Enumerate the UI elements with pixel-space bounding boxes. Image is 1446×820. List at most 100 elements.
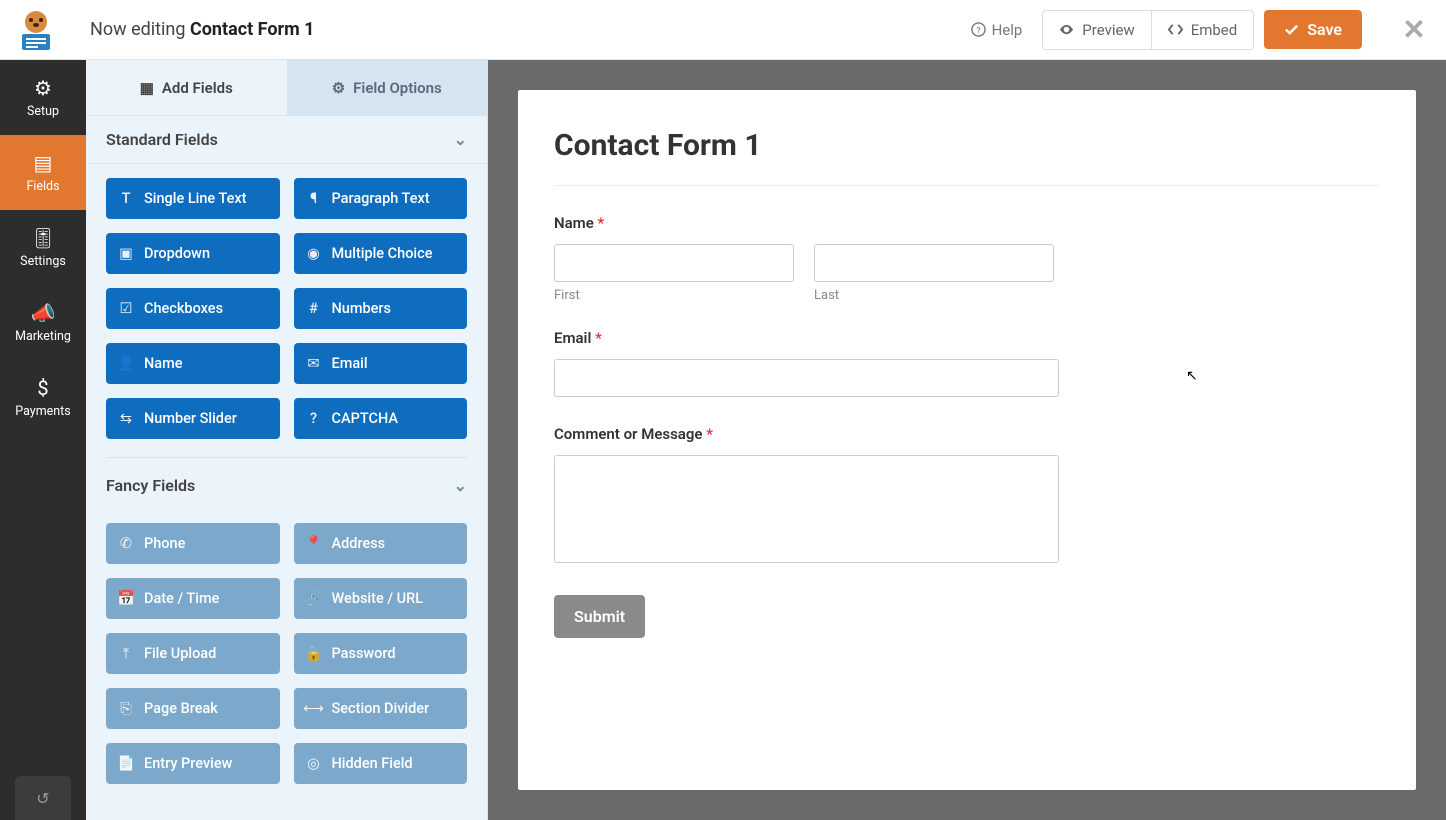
undo-icon: ↺: [36, 789, 49, 808]
form-canvas-area: Contact Form 1 Name * First Last Email *…: [488, 60, 1446, 820]
first-name-input[interactable]: [554, 244, 794, 282]
field-date-time[interactable]: 📅 Date / Time: [106, 578, 280, 619]
field-icon: ☑: [118, 300, 134, 317]
revert-button[interactable]: ↺: [15, 776, 71, 820]
field-label: Multiple Choice: [332, 245, 433, 262]
field-icon: 📍: [306, 535, 322, 552]
tab-options-label: Field Options: [353, 79, 442, 97]
field-password[interactable]: 🔒Password: [294, 633, 468, 674]
embed-button[interactable]: Embed: [1152, 10, 1255, 50]
message-field-label[interactable]: Comment or Message *: [554, 425, 1380, 443]
top-bar: Now editing Contact Form 1 ? Help Previe…: [0, 0, 1446, 60]
email-input[interactable]: [554, 359, 1059, 397]
field-icon: 👤: [118, 355, 134, 372]
field-label: Phone: [144, 535, 185, 552]
form-title[interactable]: Contact Form 1: [554, 128, 1380, 163]
required-asterisk: *: [706, 425, 713, 443]
field-icon: ⇆: [118, 410, 134, 427]
field-icon: 🔗: [306, 590, 322, 607]
nav-settings[interactable]: 🎚Settings: [0, 210, 86, 285]
field-name[interactable]: 👤 Name: [106, 343, 280, 384]
field-dropdown[interactable]: ▣ Dropdown: [106, 233, 280, 274]
left-nav: ⚙ Setup ▤Fields 🎚Settings 📣 Marketing $Pay…: [0, 60, 86, 820]
section-divider: [106, 457, 467, 458]
field-section-divider[interactable]: ⟷Section Divider: [294, 688, 468, 729]
field-label: Website / URL: [332, 590, 424, 607]
section-fancy-fields[interactable]: Fancy Fields ⌄: [86, 462, 487, 509]
field-icon: T: [118, 190, 134, 207]
nav-marketing-label: Marketing: [15, 329, 71, 344]
field-label: Name: [144, 355, 183, 372]
field-website-url[interactable]: 🔗 Website / URL: [294, 578, 468, 619]
field-label: Password: [332, 645, 396, 662]
bullhorn-icon: 📣: [31, 301, 56, 325]
field-label: Checkboxes: [144, 300, 223, 317]
field-numbers[interactable]: #Numbers: [294, 288, 468, 329]
tab-field-options[interactable]: ⚙ Field Options: [287, 60, 488, 115]
name-label-text: Name: [554, 214, 594, 232]
field-icon: #: [306, 300, 322, 317]
field-icon: ¶: [306, 190, 322, 207]
nav-marketing[interactable]: 📣 Marketing: [0, 285, 86, 360]
field-number-slider[interactable]: ⇆Number Slider: [106, 398, 280, 439]
name-field-label[interactable]: Name *: [554, 214, 1380, 232]
save-label: Save: [1307, 20, 1342, 39]
field-icon: ⤒: [118, 645, 134, 662]
gear-icon: ⚙: [34, 76, 52, 100]
field-page-break[interactable]: ⎘Page Break: [106, 688, 280, 729]
field-icon: ▣: [118, 245, 134, 262]
field-multiple-choice[interactable]: ◉Multiple Choice: [294, 233, 468, 274]
form-icon: ▤: [34, 151, 53, 175]
nav-payments[interactable]: $Payments: [0, 360, 86, 435]
message-textarea[interactable]: [554, 455, 1059, 563]
eye-icon: [1059, 22, 1074, 37]
field-label: Date / Time: [144, 590, 219, 607]
field-label: Entry Preview: [144, 755, 232, 772]
field-icon: ✆: [118, 535, 134, 552]
field-icon: ⟷: [306, 700, 322, 717]
required-asterisk: *: [598, 214, 605, 232]
help-label: Help: [992, 21, 1023, 39]
field-label: Email: [332, 355, 368, 372]
save-button[interactable]: Save: [1264, 10, 1362, 49]
field-label: Dropdown: [144, 245, 210, 262]
field-checkboxes[interactable]: ☑ Checkboxes: [106, 288, 280, 329]
field-phone[interactable]: ✆ Phone: [106, 523, 280, 564]
field-label: Single Line Text: [144, 190, 247, 207]
field-address[interactable]: 📍 Address: [294, 523, 468, 564]
field-file-upload[interactable]: ⤒File Upload: [106, 633, 280, 674]
close-button[interactable]: ✕: [1396, 13, 1432, 46]
form-canvas[interactable]: Contact Form 1 Name * First Last Email *…: [518, 90, 1416, 790]
last-name-input[interactable]: [814, 244, 1054, 282]
fields-sidebar: ▦Add Fields ⚙ Field Options Standard Fiel…: [86, 60, 488, 820]
editing-form-name: Contact Form 1: [190, 19, 315, 40]
nav-setup[interactable]: ⚙ Setup: [0, 60, 86, 135]
help-link[interactable]: ? Help: [971, 21, 1023, 39]
code-icon: [1168, 22, 1183, 37]
help-icon: ?: [971, 22, 986, 37]
email-field-label[interactable]: Email *: [554, 329, 1380, 347]
nav-setup-label: Setup: [27, 104, 59, 119]
field-paragraph-text[interactable]: ¶Paragraph Text: [294, 178, 468, 219]
submit-button[interactable]: Submit: [554, 595, 645, 638]
field-icon: ✉: [306, 355, 322, 372]
field-label: Page Break: [144, 700, 218, 717]
field-icon: ◎: [306, 755, 322, 772]
field-hidden-field[interactable]: ◎Hidden Field: [294, 743, 468, 784]
tab-add-fields[interactable]: ▦Add Fields: [86, 60, 287, 115]
field-entry-preview[interactable]: 📄 Entry Preview: [106, 743, 280, 784]
field-captcha[interactable]: ?CAPTCHA: [294, 398, 468, 439]
field-icon: 📄: [118, 755, 134, 772]
field-label: Address: [332, 535, 386, 552]
field-icon: 📅: [118, 590, 134, 607]
sliders-icon: ⚙: [332, 79, 345, 97]
nav-fields[interactable]: ▤Fields: [0, 135, 86, 210]
field-single-line-text[interactable]: T Single Line Text: [106, 178, 280, 219]
preview-button[interactable]: Preview: [1042, 10, 1151, 50]
section-standard-fields[interactable]: Standard Fields ⌄: [86, 116, 487, 164]
nav-payments-label: Payments: [15, 404, 70, 419]
sliders-icon: 🎚: [30, 226, 55, 250]
field-label: CAPTCHA: [332, 410, 398, 427]
field-email[interactable]: ✉ Email: [294, 343, 468, 384]
required-asterisk: *: [595, 329, 602, 347]
